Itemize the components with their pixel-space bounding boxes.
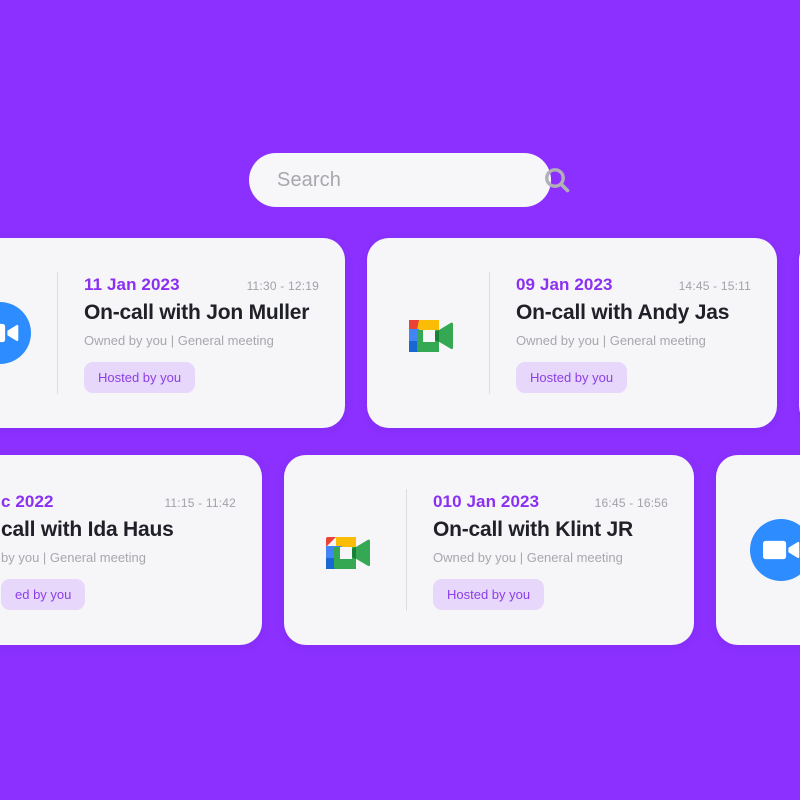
meeting-card[interactable]: 7 Jan 2023 On-call with Owned by you | G… [716, 455, 800, 645]
meeting-card[interactable]: 09 Jan 2023 14:45 - 15:11 On-call with A… [367, 238, 777, 428]
card-header: 010 Jan 2023 16:45 - 16:56 [433, 492, 668, 512]
card-header: c 2022 11:15 - 11:42 [1, 492, 236, 512]
meeting-date: c 2022 [1, 492, 54, 511]
meeting-card[interactable]: 11 Jan 2023 11:30 - 12:19 On-call with J… [0, 238, 345, 428]
meeting-time: 16:45 - 16:56 [594, 496, 668, 510]
meeting-title: On-call with Andy Jas [516, 301, 730, 324]
zoom-icon [750, 519, 800, 581]
card-divider [57, 272, 58, 394]
search-input[interactable] [277, 168, 542, 192]
status-badge[interactable]: Hosted by you [84, 362, 196, 393]
meeting-date: 09 Jan 2023 [516, 275, 613, 294]
search-bar-container [249, 153, 570, 207]
google-meet-icon [318, 519, 380, 581]
status-badge[interactable]: Hosted by you [516, 362, 628, 393]
meeting-meta: Owned by you | General meeting [433, 550, 623, 565]
card-body: 11 Jan 2023 11:30 - 12:19 On-call with J… [84, 273, 319, 393]
meeting-meta: Owned by you | General meeting [84, 333, 274, 348]
meeting-title: call with Ida Haus [1, 518, 174, 541]
card-header: 09 Jan 2023 14:45 - 15:11 [516, 275, 751, 295]
card-divider [406, 489, 407, 611]
status-badge[interactable]: ed by you [1, 579, 86, 610]
meeting-title: On-call with Klint JR [433, 518, 633, 541]
zoom-icon [0, 302, 31, 364]
google-meet-icon [401, 302, 463, 364]
meeting-date: 11 Jan 2023 [84, 275, 180, 294]
meeting-title: On-call with Jon Muller [84, 301, 310, 324]
card-header: 11 Jan 2023 11:30 - 12:19 [84, 275, 319, 295]
meeting-time: 11:15 - 11:42 [164, 496, 236, 510]
meeting-card[interactable]: 010 Jan 2023 16:45 - 16:56 On-call with … [284, 455, 694, 645]
meeting-date: 010 Jan 2023 [433, 492, 540, 511]
card-body: 010 Jan 2023 16:45 - 16:56 On-call with … [433, 490, 668, 610]
card-divider [489, 272, 490, 394]
meeting-card-row-2: c 2022 11:15 - 11:42 call with Ida Haus … [0, 455, 800, 645]
meeting-meta: Owned by you | General meeting [516, 333, 706, 348]
meeting-card[interactable]: c 2022 11:15 - 11:42 call with Ida Haus … [0, 455, 262, 645]
meeting-time: 11:30 - 12:19 [246, 279, 319, 293]
card-body: 09 Jan 2023 14:45 - 15:11 On-call with A… [516, 273, 751, 393]
meeting-meta: by you | General meeting [1, 550, 147, 565]
meeting-time: 14:45 - 15:11 [678, 279, 751, 293]
meeting-card-row-1: 11 Jan 2023 11:30 - 12:19 On-call with J… [0, 238, 800, 428]
card-body: c 2022 11:15 - 11:42 call with Ida Haus … [1, 490, 236, 610]
search-icon[interactable] [542, 165, 572, 195]
search-bar[interactable] [249, 153, 570, 207]
status-badge[interactable]: Hosted by you [433, 579, 545, 610]
